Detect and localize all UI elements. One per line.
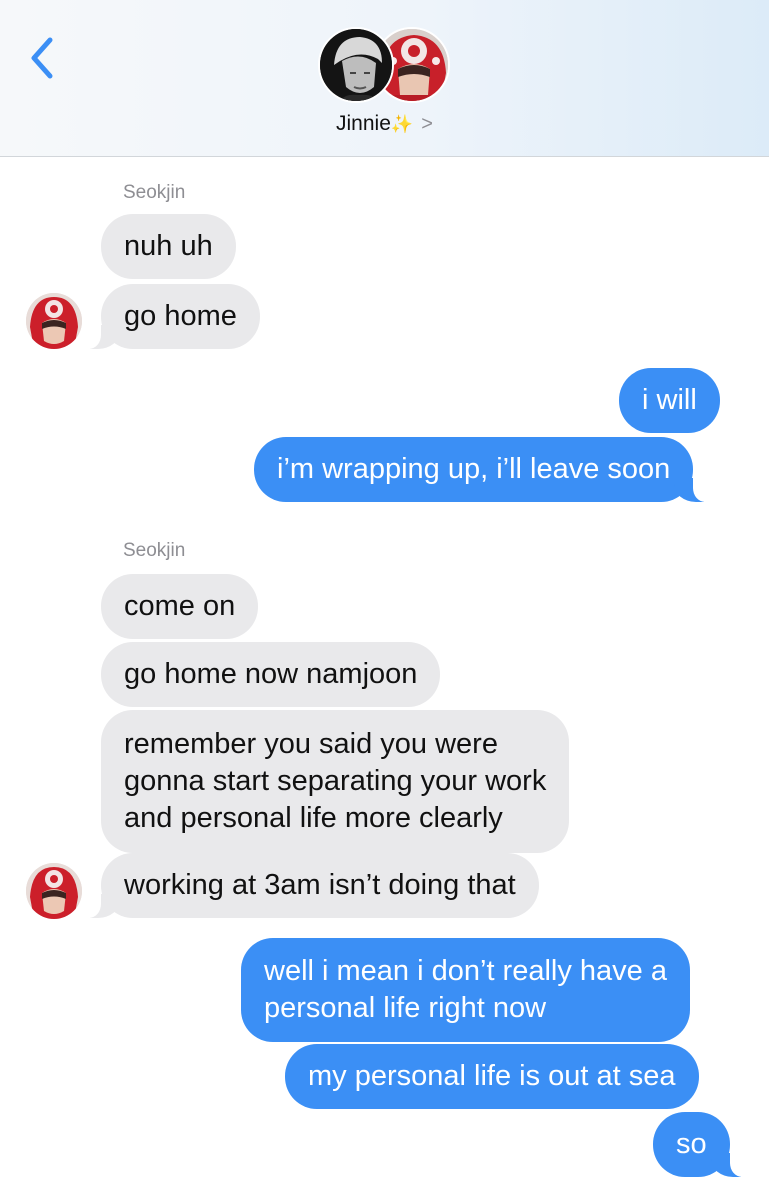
message-text-line: remember you said you were (124, 728, 498, 760)
incoming-message[interactable]: remember you said you were gonna start s… (101, 710, 570, 853)
message-text-line: gonna start separating your work (124, 765, 547, 797)
message-text: so (676, 1128, 707, 1160)
outgoing-message[interactable]: i will (619, 368, 720, 433)
sender-name: Seokjin (123, 182, 186, 203)
message-text: go home (124, 300, 237, 332)
conversation-header: Jinnie✨ > (0, 0, 769, 157)
incoming-message[interactable]: go home now namjoon (101, 642, 441, 707)
sender-avatar[interactable] (26, 293, 82, 349)
incoming-message[interactable]: go home (82, 284, 260, 349)
message-text: my personal life is out at sea (308, 1060, 676, 1092)
outgoing-message[interactable]: i’m wrapping up, i’ll leave soon (254, 437, 713, 502)
message-text: i’m wrapping up, i’ll leave soon (277, 453, 671, 485)
chevron-right-icon: > (421, 113, 433, 135)
sender-avatar[interactable] (26, 863, 82, 919)
contact-name-button[interactable]: Jinnie✨ > (0, 112, 769, 136)
incoming-message[interactable]: come on (101, 574, 259, 639)
message-text-line: well i mean i don’t really have a (264, 955, 667, 987)
back-button[interactable] (22, 30, 62, 86)
message-text: go home now namjoon (124, 658, 418, 690)
message-text: i will (642, 384, 697, 416)
message-text: nuh uh (124, 230, 213, 262)
group-avatars[interactable] (318, 27, 452, 105)
outgoing-message[interactable]: well i mean i don’t really have a person… (241, 938, 690, 1042)
message-text: come on (124, 590, 236, 622)
incoming-message[interactable]: nuh uh (101, 214, 236, 279)
outgoing-message[interactable]: my personal life is out at sea (285, 1044, 699, 1109)
chevron-left-icon (31, 37, 53, 79)
message-text-line: personal life right now (264, 992, 547, 1024)
avatar-namjoon (318, 27, 394, 103)
outgoing-message[interactable]: so (653, 1112, 749, 1177)
message-text-line: and personal life more clearly (124, 802, 503, 834)
sparkles-icon: ✨ (390, 114, 414, 134)
contact-name: Jinnie (336, 112, 391, 135)
incoming-message[interactable]: working at 3am isn’t doing that (82, 853, 539, 918)
sender-name: Seokjin (123, 540, 186, 561)
message-text: working at 3am isn’t doing that (124, 869, 516, 901)
